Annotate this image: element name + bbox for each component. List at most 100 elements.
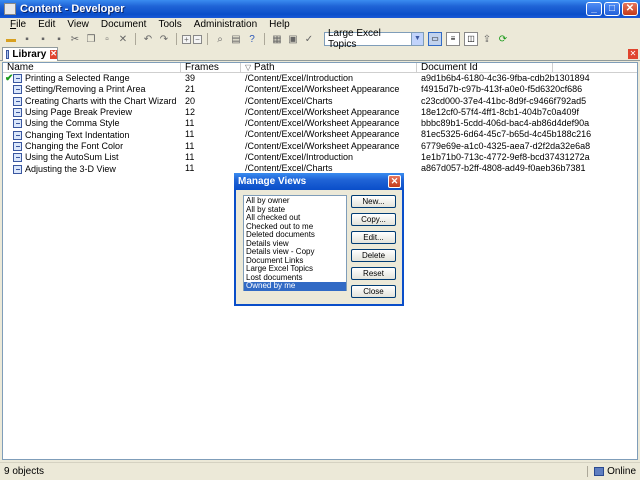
- window-title: Content - Developer: [20, 3, 125, 15]
- publish-icon[interactable]: ▦: [270, 32, 284, 46]
- row-name: Creating Charts with the Chart Wizard: [25, 95, 177, 106]
- column-header-path[interactable]: ▽ Path: [241, 63, 417, 72]
- cell-frames: 11: [185, 152, 195, 163]
- copy-view-button[interactable]: Copy...: [351, 213, 396, 226]
- new-view-button[interactable]: New...: [351, 195, 396, 208]
- table-row[interactable]: Using Page Break Preview 12/Content/Excel…: [3, 107, 637, 118]
- document-icon: [13, 74, 22, 84]
- menu-view[interactable]: View: [67, 19, 89, 30]
- column-header-filler: [553, 63, 637, 72]
- menu-bar: File Edit View Document Tools Administra…: [0, 18, 640, 30]
- preview-icon[interactable]: ▣: [286, 32, 300, 46]
- menu-document[interactable]: Document: [101, 19, 147, 30]
- collapse-icon[interactable]: −: [193, 34, 202, 44]
- delete-icon[interactable]: ✕: [116, 32, 130, 46]
- table-row[interactable]: Creating Charts with the Chart Wizard 20 /…: [3, 96, 637, 107]
- minimize-button[interactable]: _: [586, 2, 602, 16]
- delete-view-button[interactable]: Delete: [351, 249, 396, 262]
- import-icon[interactable]: ⇪: [480, 32, 494, 46]
- menu-edit[interactable]: Edit: [38, 19, 55, 30]
- cell-frames: 21: [185, 84, 196, 95]
- document-icon: [13, 119, 22, 129]
- window-titlebar: Content - Developer _ □ ✕: [0, 0, 640, 18]
- cell-document-id: f4915d7b-c97b-413f-a0e0-f5d6320cf686: [421, 84, 583, 95]
- view-select[interactable]: Large Excel Topics ▼: [324, 28, 424, 50]
- cell-path: /Content/Excel/Worksheet Appearance: [245, 118, 400, 129]
- dialog-title: Manage Views: [238, 176, 307, 187]
- refresh-icon[interactable]: ⟳: [496, 32, 510, 46]
- split-view-button[interactable]: ◫: [464, 32, 478, 46]
- tab-library[interactable]: Library ✕: [2, 47, 58, 61]
- undo-icon[interactable]: ↶: [141, 32, 155, 46]
- document-icon: [13, 85, 22, 95]
- list-view-button[interactable]: ≡: [446, 32, 460, 46]
- cell-name: Using Page Break Preview: [3, 107, 181, 118]
- cell-name: ✔ Printing a Selected Range: [3, 73, 181, 84]
- column-header-name[interactable]: Name: [3, 63, 181, 72]
- table-row[interactable]: Using the AutoSum List 11/Content/Excel/I…: [3, 152, 637, 163]
- network-icon: [594, 467, 605, 476]
- toolbar-separator: [135, 33, 136, 45]
- details-view-button[interactable]: ▭: [428, 32, 442, 46]
- cell-path: /Content/Excel/Worksheet Appearance: [245, 106, 400, 117]
- table-row[interactable]: Using the Comma Style 11/Content/Excel/Wo…: [3, 118, 637, 129]
- save-icon[interactable]: ▪: [20, 32, 34, 46]
- expand-icon[interactable]: +: [182, 34, 191, 44]
- document-icon: [13, 153, 22, 163]
- cell-document-id: a867d057-b2ff-4808-ad49-f0aeb36b7381: [421, 163, 586, 174]
- row-name: Printing a Selected Range: [25, 73, 130, 84]
- tab-library-label: Library: [12, 49, 47, 60]
- menu-help[interactable]: Help: [269, 19, 290, 30]
- reset-view-button[interactable]: Reset: [351, 267, 396, 280]
- cell-path: /Content/Excel/Worksheet Appearance: [245, 84, 400, 95]
- menu-tools[interactable]: Tools: [158, 19, 181, 30]
- list-item[interactable]: Owned by me: [244, 281, 346, 291]
- table-row[interactable]: Setting/Removing a Print Area 21/Content/…: [3, 84, 637, 95]
- table-row[interactable]: ✔ Printing a Selected Range 39/Content/Exc…: [3, 73, 637, 84]
- edit-view-button[interactable]: Edit...: [351, 231, 396, 244]
- properties-icon[interactable]: ▤: [229, 32, 243, 46]
- cell-frames: 11: [185, 129, 195, 140]
- status-bar: 9 objects Online: [0, 462, 640, 480]
- toolbar-separator: [207, 33, 208, 45]
- document-icon: [13, 164, 22, 174]
- close-tab-icon[interactable]: ✕: [50, 50, 57, 59]
- find-icon[interactable]: ⌕: [213, 32, 227, 46]
- menu-administration[interactable]: Administration: [194, 19, 257, 30]
- close-document-icon[interactable]: ✕: [628, 49, 638, 59]
- spell-check-icon[interactable]: ✓: [302, 32, 316, 46]
- column-header-frames[interactable]: Frames: [181, 63, 241, 72]
- copy-icon[interactable]: ❐: [84, 32, 98, 46]
- main-toolbar: ▬ ▪ ▪ ▪ ✂ ❐ ▫ ✕ ↶ ↷ + − ⌕ ▤ ? ▦ ▣ ✓ Larg…: [0, 28, 640, 50]
- table-row[interactable]: Changing the Font Color 11/Content/Excel/…: [3, 141, 637, 152]
- cell-path: /Content/Excel/Worksheet Appearance: [245, 140, 400, 151]
- maximize-button[interactable]: □: [604, 2, 620, 16]
- cell-frames: 11: [185, 118, 195, 129]
- open-folder-icon[interactable]: ▬: [4, 32, 18, 46]
- views-listbox[interactable]: All by owner All by state All checked out C…: [243, 195, 347, 291]
- grid-header: Name Frames ▽ Path Document Id: [3, 63, 637, 73]
- paste-icon[interactable]: ▫: [100, 32, 114, 46]
- filter-icon[interactable]: ▽: [245, 63, 251, 72]
- cut-icon[interactable]: ✂: [68, 32, 82, 46]
- cell-frames: 20: [185, 95, 196, 106]
- cell-name: Adjusting the 3-D View: [3, 163, 181, 174]
- cell-path: /Content/Excel/Introduction: [245, 152, 354, 163]
- column-header-document-id[interactable]: Document Id: [417, 63, 553, 72]
- document-icon: [13, 130, 22, 140]
- close-window-button[interactable]: ✕: [622, 2, 638, 16]
- check-in-icon[interactable]: ▪: [36, 32, 50, 46]
- chevron-down-icon[interactable]: ▼: [411, 33, 423, 45]
- app-icon: [4, 3, 16, 15]
- row-name: Adjusting the 3-D View: [25, 163, 116, 174]
- document-icon: [13, 108, 22, 118]
- table-row[interactable]: Changing Text Indentation 11/Content/Exce…: [3, 129, 637, 140]
- cell-path: /Content/Excel/Charts: [245, 95, 333, 106]
- redo-icon[interactable]: ↷: [157, 32, 171, 46]
- help-icon[interactable]: ?: [245, 32, 259, 46]
- dialog-close-icon[interactable]: ✕: [388, 175, 401, 188]
- check-out-icon[interactable]: ▪: [52, 32, 66, 46]
- close-dialog-button[interactable]: Close: [351, 285, 396, 298]
- document-tabs: Library ✕ ✕: [0, 47, 640, 61]
- menu-file[interactable]: File: [10, 19, 26, 30]
